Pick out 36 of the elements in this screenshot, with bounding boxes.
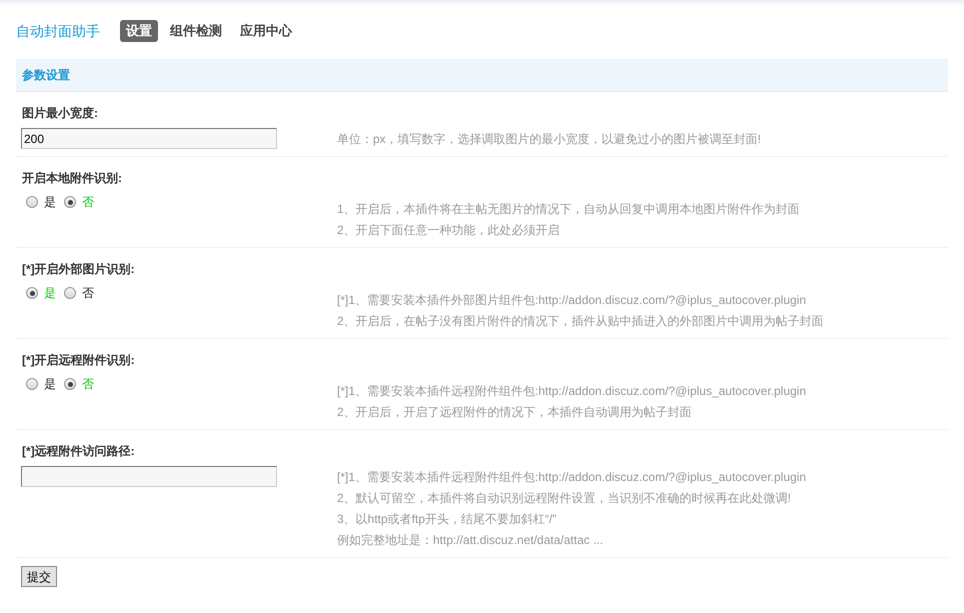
- radio-button[interactable]: [26, 196, 38, 208]
- app-title: 自动封面助手: [16, 22, 100, 40]
- nav-tab[interactable]: 组件检测: [164, 20, 228, 42]
- submit-button[interactable]: 提交: [21, 566, 57, 587]
- help-text: [*]1、需要安装本插件远程附件组件包:http://addon.discuz.com/?@iplus_autocover.plugin: [337, 383, 806, 400]
- radio-button[interactable]: [64, 196, 76, 208]
- help-text: [*]1、需要安装本插件外部图片组件包:http://addon.discuz.com/?@iplus_autocover.plugin: [337, 292, 808, 309]
- help-text: 2、开启下面任意一种功能，此处必须开启: [337, 222, 561, 239]
- nav-tab[interactable]: 应用中心: [234, 20, 298, 42]
- setting-label: [*]远程附件访问路径:: [21, 443, 136, 460]
- help-text: 2、开启后，开启了远程附件的情况下，本插件自动调用为帖子封面: [337, 404, 693, 421]
- help-text: 例如完整地址是：http://att.discuz.net/data/attac ...: [337, 532, 604, 549]
- radio-button[interactable]: [26, 287, 38, 299]
- radio-label: 否: [82, 194, 94, 211]
- radio-label: 否: [82, 376, 94, 393]
- radio-button[interactable]: [26, 378, 38, 390]
- setting-label: 开启本地附件识别:: [21, 170, 123, 187]
- radio-label: 是: [44, 285, 56, 302]
- radio-button[interactable]: [64, 287, 76, 299]
- radio-label: 是: [44, 376, 56, 393]
- nav-tab[interactable]: 设置: [120, 20, 158, 42]
- text-field[interactable]: [21, 466, 277, 487]
- help-text: 2、默认可留空，本插件将自动识别远程附件设置，当识别不准确的时候再在此处微调!: [337, 490, 792, 507]
- help-text: 3、以http或者ftp开头，结尾不要加斜杠“/”: [337, 511, 558, 528]
- help-text: 1、开启后，本插件将在主帖无图片的情况下，自动从回复中调用本地图片附件作为封面: [337, 201, 800, 218]
- radio-label: 否: [82, 285, 94, 302]
- setting-label: [*]开启外部图片识别:: [21, 261, 136, 278]
- help-text: [*]1、需要安装本插件远程附件组件包:http://addon.discuz.com/?@iplus_autocover.plugin: [337, 469, 806, 486]
- setting-label: 图片最小宽度:: [21, 105, 99, 122]
- text-field[interactable]: 200: [21, 128, 277, 149]
- help-text: 单位：px，填写数字，选择调取图片的最小宽度，以避免过小的图片被调至封面!: [337, 131, 762, 148]
- help-text: 2、开启后，在帖子没有图片附件的情况下，插件从贴中插进入的外部图片中调用为帖子封面: [337, 313, 824, 330]
- radio-button[interactable]: [64, 378, 76, 390]
- section-header: 参数设置: [16, 59, 948, 92]
- radio-label: 是: [44, 194, 56, 211]
- setting-label: [*]开启远程附件识别:: [21, 352, 136, 369]
